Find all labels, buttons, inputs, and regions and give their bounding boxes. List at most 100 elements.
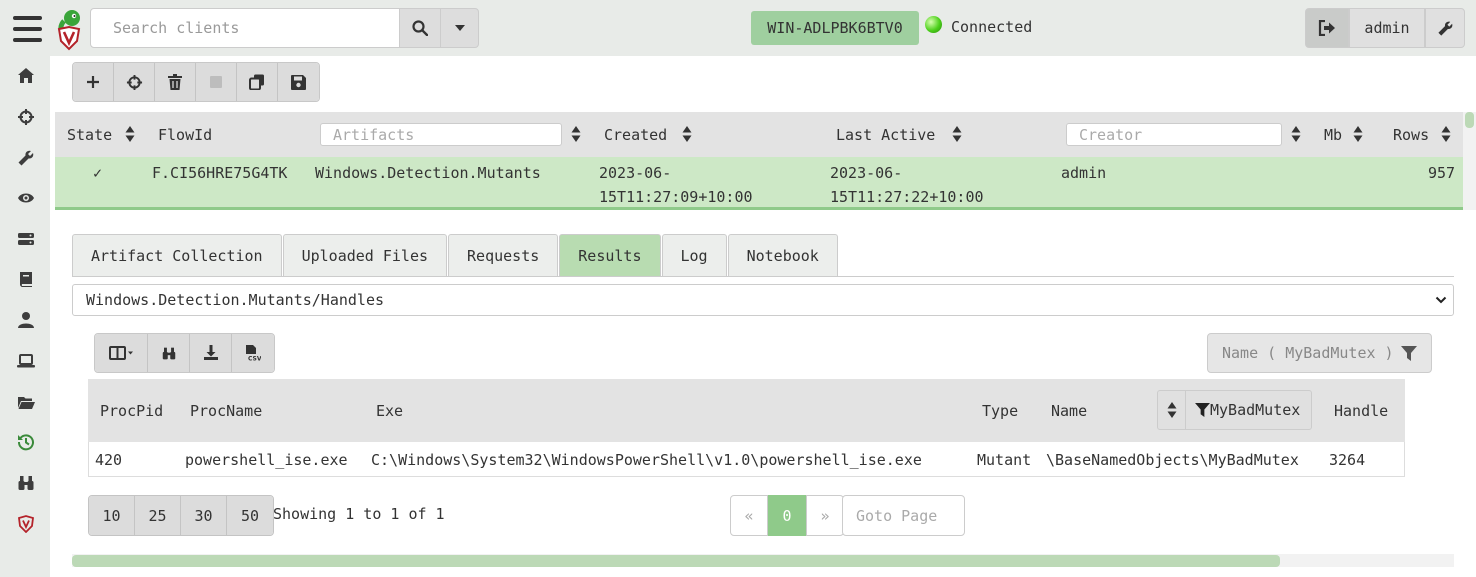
results-horizontal-scrollbar[interactable] xyxy=(72,554,1454,567)
home-icon[interactable] xyxy=(17,67,35,85)
tab-uploaded-files[interactable]: Uploaded Files xyxy=(282,234,448,277)
columns-icon xyxy=(109,346,133,360)
flows-scrollbar[interactable] xyxy=(1463,112,1476,210)
crosshairs-icon[interactable] xyxy=(17,108,35,126)
user-icon[interactable] xyxy=(17,311,35,329)
name-header[interactable]: Name xyxy=(1051,402,1087,420)
page-size-50-button[interactable]: 50 xyxy=(227,496,273,535)
trash-icon xyxy=(168,74,182,90)
connection-status-icon xyxy=(925,16,942,33)
delete-flow-button[interactable] xyxy=(155,63,196,101)
new-collection-button[interactable] xyxy=(73,63,114,101)
sort-icon[interactable] xyxy=(952,125,962,143)
sort-icon[interactable] xyxy=(571,125,581,143)
laptop-icon[interactable] xyxy=(17,352,35,370)
procpid-header[interactable]: ProcPid xyxy=(100,402,163,420)
settings-button[interactable] xyxy=(1425,8,1465,48)
server-icon[interactable] xyxy=(17,230,35,248)
sidebar xyxy=(0,0,50,577)
artifacts-filter-input[interactable] xyxy=(320,123,562,146)
wrench-icon[interactable] xyxy=(17,149,35,167)
svg-text:CSV: CSV xyxy=(248,356,261,363)
cell-procpid: 420 xyxy=(95,451,123,469)
filter-icon xyxy=(1401,346,1417,361)
page-size-10-button[interactable]: 10 xyxy=(89,496,135,535)
client-id-badge[interactable]: WIN-ADLPBK6BTV0 xyxy=(751,11,919,45)
flowid-header[interactable]: FlowId xyxy=(158,126,212,144)
sort-icon[interactable] xyxy=(1353,125,1363,143)
column-selector-button[interactable] xyxy=(95,334,148,372)
goto-page-input[interactable] xyxy=(842,495,965,536)
history-icon[interactable] xyxy=(17,433,35,451)
search-dropdown-button[interactable] xyxy=(440,8,479,48)
download-json-button[interactable] xyxy=(190,334,232,372)
tab-log[interactable]: Log xyxy=(661,234,727,277)
name-filter-value: MyBadMutex xyxy=(1210,401,1301,419)
copy-flow-button[interactable] xyxy=(237,63,278,101)
hunt-button[interactable] xyxy=(114,63,155,101)
handle-header[interactable]: Handle xyxy=(1334,402,1388,420)
exe-header[interactable]: Exe xyxy=(376,402,403,420)
cell-procname: powershell_ise.exe xyxy=(185,451,348,469)
cell-type: Mutant xyxy=(977,451,1032,469)
binoculars-icon[interactable] xyxy=(17,474,35,492)
save-flow-button[interactable] xyxy=(278,63,319,101)
creator-filter-input[interactable] xyxy=(1066,123,1282,146)
type-header[interactable]: Type xyxy=(982,402,1018,420)
search-button[interactable] xyxy=(399,8,441,48)
flow-last-active-date: 2023-06- xyxy=(830,164,903,182)
results-table-header: ProcPid ProcName Exe Type Name MyBadMute… xyxy=(88,379,1405,442)
stop-flow-button[interactable] xyxy=(196,63,237,101)
save-icon xyxy=(291,74,306,90)
current-page-button[interactable]: 0 xyxy=(768,495,806,536)
next-page-button[interactable]: » xyxy=(806,495,844,536)
sort-icon[interactable] xyxy=(1441,125,1451,143)
page-size-30-button[interactable]: 30 xyxy=(181,496,227,535)
copy-icon xyxy=(249,74,264,90)
logout-button[interactable] xyxy=(1305,8,1349,48)
book-icon[interactable] xyxy=(17,270,35,288)
created-header[interactable]: Created xyxy=(604,126,667,144)
flow-rows: 957 xyxy=(1428,164,1456,182)
hamburger-menu-icon[interactable] xyxy=(13,16,42,44)
column-filter-button[interactable]: Name ( MyBadMutex ) xyxy=(1207,333,1432,373)
table-row[interactable]: ✓ F.CI56HRE75G4TK Windows.Detection.Muta… xyxy=(55,157,1463,210)
user-menu: admin xyxy=(1305,8,1465,48)
tab-requests[interactable]: Requests xyxy=(448,234,559,277)
flow-created-date: 2023-06- xyxy=(599,164,672,182)
search-results-button[interactable] xyxy=(148,334,190,372)
flow-created-time: 15T11:27:09+10:00 xyxy=(599,188,753,206)
filter-icon xyxy=(1195,403,1210,417)
name-filter-button[interactable]: MyBadMutex xyxy=(1185,390,1312,430)
username-button[interactable]: admin xyxy=(1349,8,1425,48)
state-header[interactable]: State xyxy=(67,126,112,144)
eye-icon[interactable] xyxy=(17,189,35,207)
tab-notebook[interactable]: Notebook xyxy=(727,234,838,277)
table-row[interactable]: 420 powershell_ise.exe C:\Windows\System… xyxy=(88,442,1405,477)
sort-icon[interactable] xyxy=(682,125,692,143)
page-size-selector: 10 25 30 50 xyxy=(88,495,274,536)
sign-out-icon xyxy=(1318,20,1335,36)
velociraptor-shield-icon[interactable] xyxy=(17,515,35,533)
tab-artifact-collection[interactable]: Artifact Collection xyxy=(72,234,282,277)
page-size-25-button[interactable]: 25 xyxy=(135,496,181,535)
download-csv-button[interactable]: CSV xyxy=(232,334,274,372)
sort-icon[interactable] xyxy=(1291,125,1301,143)
flow-id: F.CI56HRE75G4TK xyxy=(152,164,288,182)
mb-header[interactable]: Mb xyxy=(1324,126,1342,144)
flow-last-active-time: 15T11:27:22+10:00 xyxy=(830,188,984,206)
last-active-header[interactable]: Last Active xyxy=(836,126,935,144)
folder-open-icon[interactable] xyxy=(17,393,35,411)
state-check-icon: ✓ xyxy=(93,164,103,182)
rows-header[interactable]: Rows xyxy=(1393,126,1429,144)
tab-results[interactable]: Results xyxy=(559,234,661,277)
procname-header[interactable]: ProcName xyxy=(190,402,262,420)
artifact-source-select[interactable]: Windows.Detection.Mutants/Handles xyxy=(72,284,1454,316)
search-clients-input[interactable] xyxy=(90,8,400,48)
flow-toolbar xyxy=(72,62,320,102)
column-filter-label: Name ( MyBadMutex ) xyxy=(1222,344,1394,362)
sort-icon[interactable] xyxy=(125,125,135,143)
prev-page-button[interactable]: « xyxy=(730,495,768,536)
name-sort-button[interactable] xyxy=(1157,390,1186,430)
velociraptor-logo xyxy=(54,9,84,51)
